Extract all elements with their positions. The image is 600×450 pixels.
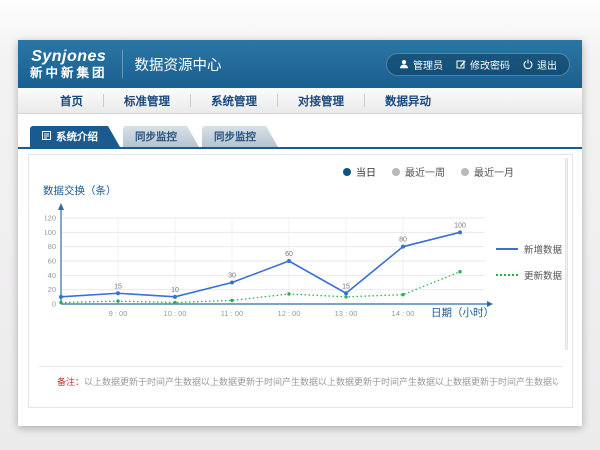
- nav-item-home[interactable]: 首页: [40, 93, 103, 109]
- svg-text:15: 15: [114, 283, 122, 290]
- edit-icon: [456, 59, 466, 69]
- radio-dot-icon: [343, 168, 351, 176]
- radio-dot-icon: [392, 168, 400, 176]
- svg-text:30: 30: [228, 273, 236, 280]
- svg-text:10 : 00: 10 : 00: [164, 309, 187, 318]
- svg-text:40: 40: [48, 271, 56, 280]
- svg-text:13 : 00: 13 : 00: [335, 309, 358, 318]
- app-title: 数据资源中心: [135, 54, 222, 75]
- y-axis-title: 数据交换（条）: [43, 183, 572, 198]
- radio-label: 最近一周: [405, 164, 445, 179]
- svg-text:100: 100: [454, 222, 466, 229]
- x-axis-title: 日期（小时）: [431, 305, 494, 320]
- svg-text:15: 15: [342, 283, 350, 290]
- nav-item-interface-management[interactable]: 对接管理: [278, 93, 364, 109]
- radio-label: 最近一月: [474, 164, 514, 179]
- svg-text:120: 120: [45, 214, 56, 223]
- user-toolbar: 管理员 修改密码 退出: [386, 53, 570, 76]
- company-logo: Synjones 新中新集团: [30, 49, 108, 80]
- logo-text: Synjones: [31, 49, 106, 65]
- power-icon: [523, 59, 533, 69]
- svg-text:60: 60: [48, 257, 56, 266]
- admin-label: 管理员: [413, 57, 443, 72]
- content-area: 系统介绍 同步监控 同步监控 当日 最近一周: [18, 114, 582, 425]
- change-password-button[interactable]: 修改密码: [456, 57, 510, 72]
- tab-label: 同步监控: [135, 129, 177, 144]
- footnote-text: 以上数据更新于时间产生数据以上数据更新于时间产生数据以上数据更新于时间产生数据以…: [84, 377, 558, 387]
- chart-legend: 新增数据 更新数据: [496, 242, 562, 282]
- svg-text:100: 100: [45, 228, 56, 237]
- logo-subtext: 新中新集团: [30, 67, 108, 80]
- nav-item-system-management[interactable]: 系统管理: [191, 93, 277, 109]
- svg-text:0: 0: [52, 300, 56, 309]
- tab-label: 系统介绍: [56, 129, 98, 144]
- tab-system-intro[interactable]: 系统介绍: [30, 126, 120, 147]
- main-nav: 首页 标准管理 系统管理 对接管理 数据异动: [18, 88, 582, 114]
- legend-item-updated-data[interactable]: 更新数据: [496, 268, 562, 282]
- document-icon: [42, 131, 51, 143]
- radio-today[interactable]: 当日: [343, 164, 376, 179]
- tab-sync-monitor-2[interactable]: 同步监控: [202, 126, 278, 147]
- tab-sync-monitor-1[interactable]: 同步监控: [123, 126, 199, 147]
- svg-text:14 : 00: 14 : 00: [392, 309, 415, 318]
- radio-last-week[interactable]: 最近一周: [392, 164, 445, 179]
- nav-item-data-change[interactable]: 数据异动: [365, 93, 451, 109]
- svg-text:10: 10: [171, 287, 179, 294]
- radio-label: 当日: [356, 164, 376, 179]
- time-filter-group: 当日 最近一周 最近一月: [343, 164, 514, 179]
- logout-label: 退出: [537, 57, 557, 72]
- footnote: 备注：以上数据更新于时间产生数据以上数据更新于时间产生数据以上数据更新于时间产生…: [57, 375, 558, 388]
- tab-label: 同步监控: [214, 129, 256, 144]
- solid-line-icon: [496, 248, 518, 250]
- svg-text:11 : 00: 11 : 00: [221, 309, 243, 318]
- legend-item-new-data[interactable]: 新增数据: [496, 242, 562, 256]
- svg-text:12 : 00: 12 : 00: [278, 309, 301, 318]
- admin-user-button[interactable]: 管理员: [399, 57, 443, 72]
- legend-label: 新增数据: [524, 242, 562, 256]
- legend-label: 更新数据: [524, 268, 562, 282]
- svg-text:20: 20: [48, 285, 56, 294]
- dotted-line-icon: [496, 274, 518, 276]
- nav-item-standard-management[interactable]: 标准管理: [104, 93, 190, 109]
- tab-bar: 系统介绍 同步监控 同步监控: [30, 126, 582, 147]
- footnote-divider: [39, 366, 562, 367]
- svg-text:60: 60: [285, 251, 293, 258]
- svg-text:9 : 00: 9 : 00: [109, 309, 128, 318]
- chart-area: 0 20 40 60 80 100 120 9 : 00 10 : 00 11 : 00 12 : …: [45, 200, 572, 350]
- footnote-prefix: 备注：: [57, 377, 84, 387]
- tab-underline: [18, 147, 582, 149]
- scrollbar[interactable]: [565, 158, 568, 350]
- logout-button[interactable]: 退出: [523, 57, 557, 72]
- app-window: Synjones 新中新集团 数据资源中心 管理员 修改密码: [18, 40, 582, 426]
- change-password-label: 修改密码: [470, 57, 510, 72]
- user-icon: [399, 59, 409, 69]
- svg-text:80: 80: [399, 237, 407, 244]
- svg-text:80: 80: [48, 242, 56, 251]
- radio-dot-icon: [461, 168, 469, 176]
- header-divider: [122, 50, 123, 78]
- radio-last-month[interactable]: 最近一月: [461, 164, 514, 179]
- chart-panel: 当日 最近一周 最近一月 数据交换（条） 0 20 40 60 80 100 120 9 : …: [28, 154, 573, 408]
- top-header: Synjones 新中新集团 数据资源中心 管理员 修改密码: [18, 40, 582, 88]
